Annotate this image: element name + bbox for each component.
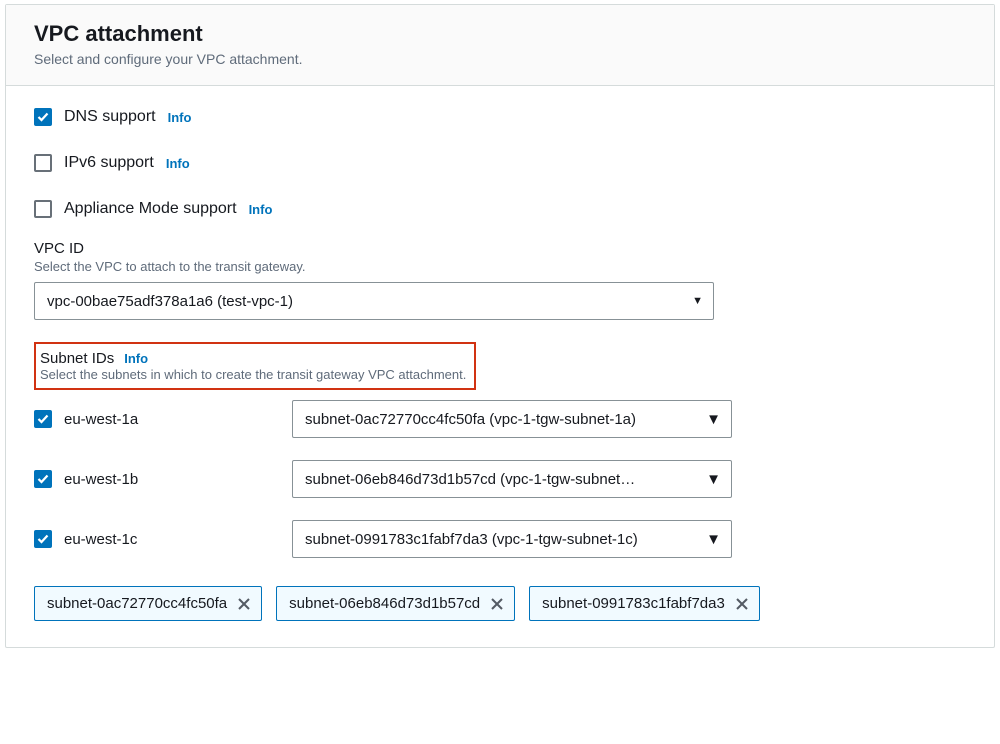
subnet-1b-az: eu-west-1b [64,471,292,488]
page-subtitle: Select and configure your VPC attachment… [34,51,966,67]
ipv6-support-row: IPv6 support Info [34,154,966,172]
subnet-row-1c: eu-west-1c subnet-0991783c1fabf7da3 (vpc… [34,520,966,558]
caret-down-icon: ▼ [706,531,721,548]
remove-tag-button[interactable] [237,597,251,611]
subnet-1c-select[interactable]: subnet-0991783c1fabf7da3 (vpc-1-tgw-subn… [292,520,732,558]
subnet-1b-checkbox[interactable] [34,470,52,488]
subnet-1a-checkbox[interactable] [34,410,52,428]
subnet-tag: subnet-06eb846d73d1b57cd [276,586,515,621]
subnet-tag: subnet-0ac72770cc4fc50fa [34,586,262,621]
appliance-mode-checkbox[interactable] [34,200,52,218]
ipv6-support-checkbox[interactable] [34,154,52,172]
page-title: VPC attachment [34,21,966,47]
close-icon [237,597,251,611]
vpc-id-hint: Select the VPC to attach to the transit … [34,259,966,274]
subnet-ids-hint: Select the subnets in which to create th… [40,367,466,382]
vpc-id-select-value: vpc-00bae75adf378a1a6 (test-vpc-1) [47,293,293,310]
close-icon [735,597,749,611]
vpc-id-field: VPC ID Select the VPC to attach to the t… [34,240,966,320]
vpc-id-select[interactable]: vpc-00bae75adf378a1a6 (test-vpc-1) ▼ [34,282,714,320]
ipv6-support-label: IPv6 support [64,154,154,172]
caret-down-icon: ▼ [706,471,721,488]
ipv6-support-info-link[interactable]: Info [166,156,190,171]
dns-support-row: DNS support Info [34,108,966,126]
appliance-mode-info-link[interactable]: Info [249,202,273,217]
subnet-ids-label: Subnet IDs [40,350,114,367]
vpc-id-label: VPC ID [34,240,966,257]
subnet-1a-az: eu-west-1a [64,411,292,428]
subnet-1a-select[interactable]: subnet-0ac72770cc4fc50fa (vpc-1-tgw-subn… [292,400,732,438]
subnet-1b-select[interactable]: subnet-06eb846d73d1b57cd (vpc-1-tgw-subn… [292,460,732,498]
caret-down-icon: ▼ [706,411,721,428]
subnet-1c-az: eu-west-1c [64,531,292,548]
subnet-tag-text: subnet-0ac72770cc4fc50fa [47,595,227,612]
subnet-tag: subnet-0991783c1fabf7da3 [529,586,760,621]
subnet-ids-info-link[interactable]: Info [124,351,148,366]
subnet-1c-select-value: subnet-0991783c1fabf7da3 (vpc-1-tgw-subn… [305,531,638,548]
subnet-tag-text: subnet-0991783c1fabf7da3 [542,595,725,612]
close-icon [490,597,504,611]
dns-support-label: DNS support [64,108,156,126]
selected-subnet-tags: subnet-0ac72770cc4fc50fa subnet-06eb846d… [34,586,966,621]
appliance-mode-row: Appliance Mode support Info [34,200,966,218]
subnet-1a-select-value: subnet-0ac72770cc4fc50fa (vpc-1-tgw-subn… [305,411,636,428]
vpc-attachment-panel: VPC attachment Select and configure your… [5,4,995,648]
panel-body: DNS support Info IPv6 support Info Appli… [6,86,994,647]
subnet-1c-checkbox[interactable] [34,530,52,548]
subnet-row-1a: eu-west-1a subnet-0ac72770cc4fc50fa (vpc… [34,400,966,438]
subnet-ids-highlight: Subnet IDs Info Select the subnets in wh… [34,342,476,390]
remove-tag-button[interactable] [490,597,504,611]
caret-down-icon: ▼ [692,295,703,307]
dns-support-checkbox[interactable] [34,108,52,126]
subnet-tag-text: subnet-06eb846d73d1b57cd [289,595,480,612]
dns-support-info-link[interactable]: Info [168,110,192,125]
subnet-row-1b: eu-west-1b subnet-06eb846d73d1b57cd (vpc… [34,460,966,498]
panel-header: VPC attachment Select and configure your… [6,5,994,86]
remove-tag-button[interactable] [735,597,749,611]
appliance-mode-label: Appliance Mode support [64,200,237,218]
subnet-1b-select-value: subnet-06eb846d73d1b57cd (vpc-1-tgw-subn… [305,471,635,488]
